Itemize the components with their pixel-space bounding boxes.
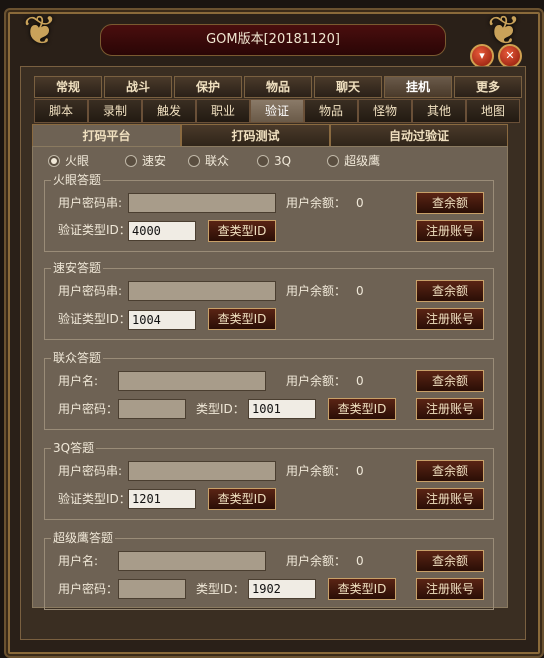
username-input[interactable] — [118, 551, 266, 571]
balance-value: 0 — [356, 464, 364, 478]
tab-record[interactable]: 录制 — [88, 99, 142, 123]
balance-label: 用户余额： — [286, 284, 347, 298]
password-string-label: 用户密码串: — [58, 464, 123, 478]
tab-general[interactable]: 常规 — [34, 76, 102, 98]
tab-monster[interactable]: 怪物 — [358, 99, 412, 123]
platform-radio-group: 火眼 速安 联众 3Q 超级鹰 — [48, 151, 402, 171]
password-label: 用户密码： — [58, 402, 119, 416]
tab-items[interactable]: 物品 — [244, 76, 312, 98]
group-title: 速安答题 — [51, 261, 104, 275]
balance-value: 0 — [356, 284, 364, 298]
type-id-label: 验证类型ID： — [58, 312, 131, 326]
password-input[interactable] — [118, 399, 186, 419]
type-id-label: 类型ID： — [196, 402, 245, 416]
tab-combat[interactable]: 战斗 — [104, 76, 172, 98]
tab-trigger[interactable]: 触发 — [142, 99, 196, 123]
check-type-id-button[interactable]: 查类型ID — [208, 220, 276, 242]
dragon-ornament-icon: ❦ — [23, 8, 57, 54]
password-label: 用户密码： — [58, 582, 119, 596]
sub-tabs: 脚本 录制 触发 职业 验证 物品 怪物 其他 地图 — [34, 99, 520, 123]
tab-autoplay[interactable]: 挂机 — [384, 76, 452, 98]
balance-value: 0 — [356, 554, 364, 568]
tab-class[interactable]: 职业 — [196, 99, 250, 123]
group-title: 3Q答题 — [51, 441, 97, 455]
password-string-input[interactable] — [128, 281, 276, 301]
tab-map[interactable]: 地图 — [466, 99, 520, 123]
balance-label: 用户余额： — [286, 464, 347, 478]
type-id-input[interactable]: 1902 — [248, 579, 316, 599]
tab-auto-verify[interactable]: 自动过验证 — [330, 124, 508, 148]
tab-captcha-test[interactable]: 打码测试 — [181, 124, 330, 148]
close-icon[interactable]: ✕ — [498, 44, 522, 68]
radio-lianzhong[interactable]: 联众 — [188, 151, 229, 171]
type-id-input[interactable]: 4000 — [128, 221, 196, 241]
balance-label: 用户余额： — [286, 374, 347, 388]
verify-tabs: 打码平台 打码测试 自动过验证 — [32, 124, 508, 148]
check-type-id-button[interactable]: 查类型ID — [328, 578, 396, 600]
radio-chaojiying[interactable]: 超级鹰 — [327, 151, 380, 171]
tab-other[interactable]: 其他 — [412, 99, 466, 123]
check-balance-button[interactable]: 查余额 — [416, 192, 484, 214]
username-input[interactable] — [118, 371, 266, 391]
register-account-button[interactable]: 注册账号 — [416, 578, 484, 600]
register-account-button[interactable]: 注册账号 — [416, 308, 484, 330]
group-title: 火眼答题 — [51, 173, 104, 187]
balance-label: 用户余额： — [286, 196, 347, 210]
password-string-input[interactable] — [128, 461, 276, 481]
register-account-button[interactable]: 注册账号 — [416, 398, 484, 420]
tab-verify[interactable]: 验证 — [250, 99, 304, 123]
check-type-id-button[interactable]: 查类型ID — [208, 488, 276, 510]
check-balance-button[interactable]: 查余额 — [416, 280, 484, 302]
type-id-input[interactable]: 1201 — [128, 489, 196, 509]
tab-sub-items[interactable]: 物品 — [304, 99, 358, 123]
radio-huoyan[interactable]: 火眼 — [48, 151, 89, 171]
tab-script[interactable]: 脚本 — [34, 99, 88, 123]
balance-label: 用户余额： — [286, 554, 347, 568]
type-id-input[interactable]: 1004 — [128, 310, 196, 330]
balance-value: 0 — [356, 374, 364, 388]
check-type-id-button[interactable]: 查类型ID — [208, 308, 276, 330]
radio-3q[interactable]: 3Q — [257, 151, 291, 171]
main-tabs: 常规 战斗 保护 物品 聊天 挂机 更多 — [34, 76, 524, 98]
check-type-id-button[interactable]: 查类型ID — [328, 398, 396, 420]
tab-captcha-platform[interactable]: 打码平台 — [32, 124, 181, 148]
check-balance-button[interactable]: 查余额 — [416, 460, 484, 482]
chevron-down-icon[interactable]: ▾ — [470, 44, 494, 68]
group-title: 联众答题 — [51, 351, 104, 365]
type-id-label: 类型ID： — [196, 582, 245, 596]
check-balance-button[interactable]: 查余额 — [416, 370, 484, 392]
password-string-label: 用户密码串: — [58, 196, 123, 210]
username-label: 用户名: — [58, 374, 99, 388]
register-account-button[interactable]: 注册账号 — [416, 220, 484, 242]
radio-suan[interactable]: 速安 — [125, 151, 166, 171]
type-id-label: 验证类型ID： — [58, 492, 131, 506]
check-balance-button[interactable]: 查余额 — [416, 550, 484, 572]
type-id-label: 验证类型ID： — [58, 223, 131, 237]
username-label: 用户名: — [58, 554, 99, 568]
window-title: GOM版本[20181120] — [100, 24, 446, 56]
group-title: 超级鹰答题 — [51, 531, 116, 545]
password-input[interactable] — [118, 579, 186, 599]
tab-protect[interactable]: 保护 — [174, 76, 242, 98]
tab-more[interactable]: 更多 — [454, 76, 522, 98]
balance-value: 0 — [356, 196, 364, 210]
password-string-input[interactable] — [128, 193, 276, 213]
register-account-button[interactable]: 注册账号 — [416, 488, 484, 510]
password-string-label: 用户密码串: — [58, 284, 123, 298]
type-id-input[interactable]: 1001 — [248, 399, 316, 419]
tab-chat[interactable]: 聊天 — [314, 76, 382, 98]
